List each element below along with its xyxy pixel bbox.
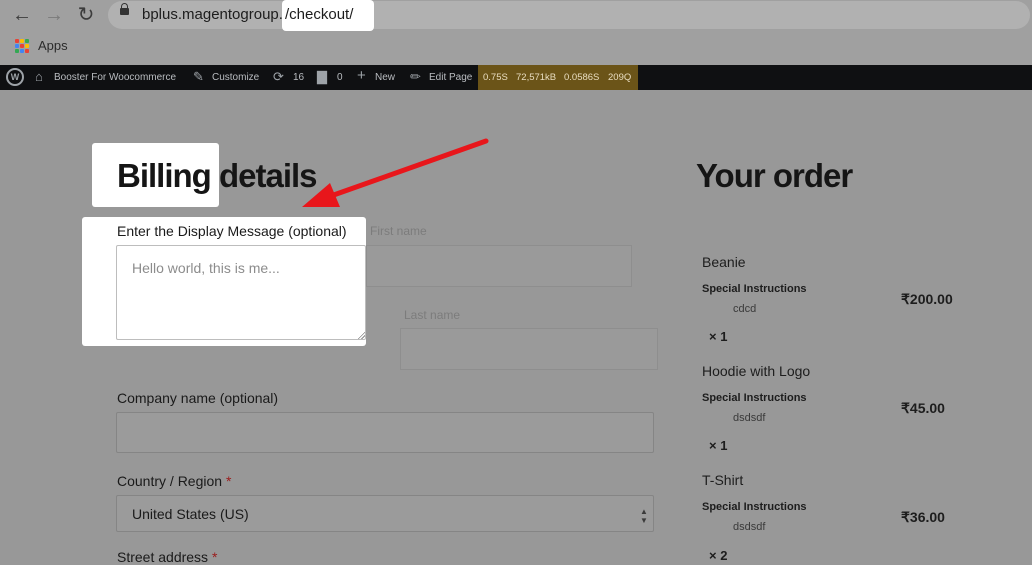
- brush-icon: ✎: [193, 69, 204, 84]
- reload-icon[interactable]: ↻: [75, 4, 97, 26]
- admin-bar-edit-page[interactable]: Edit Page: [429, 65, 472, 90]
- order-item-qty: × 2: [709, 548, 728, 563]
- dashboard-icon: ⌂: [35, 69, 43, 84]
- apps-dot: [15, 44, 19, 48]
- apps-dot: [15, 39, 19, 43]
- forward-arrow-icon[interactable]: →: [43, 4, 65, 26]
- bookmark-apps[interactable]: Apps: [38, 38, 68, 53]
- apps-dot: [20, 49, 24, 53]
- annotation-arrow-icon: [302, 138, 489, 207]
- updates-icon: ⟳: [273, 69, 284, 84]
- url-path: /checkout/: [285, 6, 354, 23]
- order-item-meta-label: Special Instructions: [702, 392, 807, 404]
- company-name-input[interactable]: [116, 412, 654, 453]
- comments-icon: ▇: [317, 69, 327, 84]
- display-message-label: Enter the Display Message (optional): [117, 223, 347, 239]
- pencil-icon: ✏: [410, 69, 421, 84]
- country-label: Country / Region *: [117, 473, 232, 489]
- required-mark: *: [225, 473, 232, 489]
- order-item-meta-value: dsdsdf: [733, 521, 766, 533]
- order-item-price: ₹36.00: [901, 509, 945, 525]
- order-item-name: T-Shirt: [702, 472, 744, 488]
- apps-dot: [25, 39, 29, 43]
- wordpress-logo-icon[interactable]: W: [6, 68, 24, 86]
- order-item-meta-value: dsdsdf: [733, 412, 766, 424]
- lock-icon: [120, 3, 129, 15]
- order-item-name: Beanie: [702, 254, 746, 270]
- url-host: bplus.magentogroup.in: [142, 6, 295, 23]
- order-item-qty: × 1: [709, 438, 728, 453]
- order-item-meta-label: Special Instructions: [702, 501, 807, 513]
- order-item-meta-value: cdcd: [733, 303, 757, 315]
- admin-bar-new[interactable]: New: [375, 65, 395, 90]
- stat-queries: 209Q: [608, 72, 632, 83]
- first-name-input[interactable]: [366, 245, 632, 287]
- query-monitor-stats[interactable]: 0.75S 72,571kB 0.0586S 209Q: [478, 65, 638, 90]
- first-name-label: First name: [370, 224, 427, 238]
- required-mark: *: [211, 549, 218, 565]
- street-address-label: Street address *: [117, 549, 218, 565]
- company-name-label: Company name (optional): [117, 390, 279, 406]
- last-name-input[interactable]: [400, 328, 658, 370]
- chevron-down-icon: ▲ ▼: [640, 507, 648, 525]
- apps-grid-icon[interactable]: [15, 39, 29, 53]
- last-name-label: Last name: [404, 308, 461, 322]
- plus-icon: +: [357, 67, 366, 84]
- billing-details-heading: Billing details: [117, 157, 318, 194]
- stat-memory: 72,571kB: [516, 72, 557, 83]
- apps-dot: [20, 39, 24, 43]
- apps-dot: [25, 44, 29, 48]
- order-item-meta-label: Special Instructions: [702, 283, 807, 295]
- resize-handle-icon[interactable]: [357, 331, 365, 339]
- display-message-placeholder: Hello world, this is me...: [132, 260, 280, 276]
- apps-dot: [15, 49, 19, 53]
- admin-bar-updates-count[interactable]: 16: [293, 65, 304, 90]
- your-order-heading: Your order: [696, 157, 853, 194]
- apps-dot: [20, 44, 24, 48]
- order-item-price: ₹45.00: [901, 400, 945, 416]
- apps-dot: [25, 49, 29, 53]
- admin-bar-site-name[interactable]: Booster For Woocommerce: [54, 65, 176, 90]
- back-arrow-icon[interactable]: ←: [11, 4, 33, 26]
- admin-bar-comments-count[interactable]: 0: [337, 65, 343, 90]
- order-item-price: ₹200.00: [901, 291, 953, 307]
- order-item-qty: × 1: [709, 329, 728, 344]
- country-select-value: United States (US): [132, 506, 249, 522]
- admin-bar-customize[interactable]: Customize: [212, 65, 259, 90]
- stat-db-time: 0.0586S: [564, 72, 600, 83]
- stat-time: 0.75S: [483, 72, 508, 83]
- order-item-name: Hoodie with Logo: [702, 363, 811, 379]
